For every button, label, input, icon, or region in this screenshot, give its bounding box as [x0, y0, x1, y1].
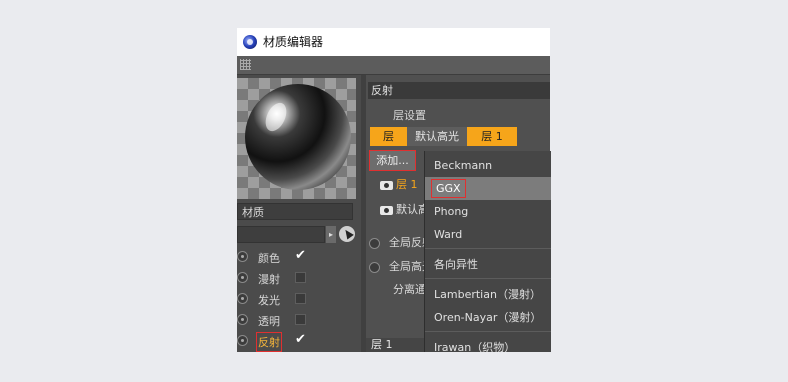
tab-layer-1[interactable]: 层 1 — [467, 127, 517, 146]
menu-item-label: 各向异性 — [434, 258, 478, 271]
menu-item-ggx[interactable]: GGX — [425, 177, 551, 200]
preview-sphere — [245, 84, 351, 190]
grip-handle-icon[interactable] — [240, 59, 251, 70]
tab-layer[interactable]: 层 — [370, 127, 407, 146]
menu-item-label: Ward — [434, 228, 463, 241]
checkmark-icon[interactable]: ✔ — [295, 333, 306, 346]
menu-item-label: Irawan（织物） — [434, 341, 516, 352]
eye-icon[interactable] — [380, 205, 393, 215]
radio-icon[interactable] — [369, 261, 380, 273]
menu-item-lambertian[interactable]: Lambertian（漫射） — [425, 283, 551, 306]
layer-row-1[interactable]: 层 1 — [380, 176, 418, 194]
window-title: 材质编辑器 — [263, 35, 324, 49]
channel-diffuse[interactable]: 漫射 — [237, 268, 361, 288]
channel-label: 反射 — [256, 332, 282, 352]
material-preview[interactable] — [237, 78, 356, 199]
menu-item-phong[interactable]: Phong — [425, 200, 551, 223]
preview-mode-field[interactable] — [237, 226, 325, 243]
menu-item-label: Oren-Nayar（漫射） — [434, 311, 542, 324]
channel-color[interactable]: 颜色 ✔ — [237, 247, 361, 267]
menu-item-label: Beckmann — [434, 159, 493, 172]
menu-item-beckmann[interactable]: Beckmann — [425, 154, 551, 177]
picker-cursor-icon[interactable] — [339, 226, 355, 242]
menu-separator — [425, 278, 551, 279]
menu-item-label: Phong — [434, 205, 469, 218]
menu-item-anisotropic[interactable]: 各向异性 — [425, 253, 551, 276]
checkmark-icon[interactable]: ✔ — [295, 249, 306, 262]
checkbox[interactable] — [295, 272, 306, 283]
left-panel: 材质 ▸ 颜色 ✔ 漫射 发光 透明 反射 ✔ — [237, 75, 361, 352]
dropdown-arrow-icon[interactable]: ▸ — [326, 226, 336, 243]
channel-luminance[interactable]: 发光 — [237, 289, 361, 309]
menu-item-irawan[interactable]: Irawan（织物） — [425, 336, 551, 352]
distribution-dropdown-menu: Beckmann GGX Phong Ward 各向异性 Lambertian（… — [424, 151, 551, 352]
menu-separator — [425, 331, 551, 332]
channel-label: 漫射 — [258, 273, 280, 286]
checkbox[interactable] — [295, 293, 306, 304]
menu-item-label: GGX — [431, 179, 466, 198]
radio-icon[interactable] — [237, 251, 248, 262]
radio-icon[interactable] — [237, 272, 248, 283]
menu-item-oren-nayar[interactable]: Oren-Nayar（漫射） — [425, 306, 551, 329]
channel-label: 发光 — [258, 294, 280, 307]
radio-icon[interactable] — [237, 293, 248, 304]
cinema4d-logo-icon — [243, 35, 257, 49]
radio-icon[interactable] — [237, 335, 248, 346]
title-bar: 材质编辑器 — [237, 28, 550, 56]
toolbar — [237, 56, 550, 75]
radio-icon[interactable] — [237, 314, 248, 325]
radio-icon[interactable] — [369, 237, 380, 249]
eye-icon[interactable] — [380, 180, 393, 190]
menu-item-ward[interactable]: Ward — [425, 223, 551, 246]
material-name-field[interactable]: 材质 — [237, 203, 353, 220]
menu-item-label: Lambertian（漫射） — [434, 288, 541, 301]
checkbox[interactable] — [295, 314, 306, 325]
channel-label: 颜色 — [258, 252, 280, 265]
section-title: 反射 — [368, 82, 550, 99]
channel-label: 透明 — [258, 315, 280, 328]
channel-transparency[interactable]: 透明 — [237, 310, 361, 330]
add-button[interactable]: 添加... — [369, 150, 416, 171]
menu-separator — [425, 248, 551, 249]
layer-name: 层 1 — [396, 178, 418, 191]
channel-reflectance[interactable]: 反射 ✔ — [237, 331, 361, 352]
tab-default-specular[interactable]: 默认高光 — [407, 127, 467, 146]
layer-tabs: 层 默认高光 层 1 — [370, 127, 517, 146]
layer-settings-label: 层设置 — [393, 109, 426, 122]
